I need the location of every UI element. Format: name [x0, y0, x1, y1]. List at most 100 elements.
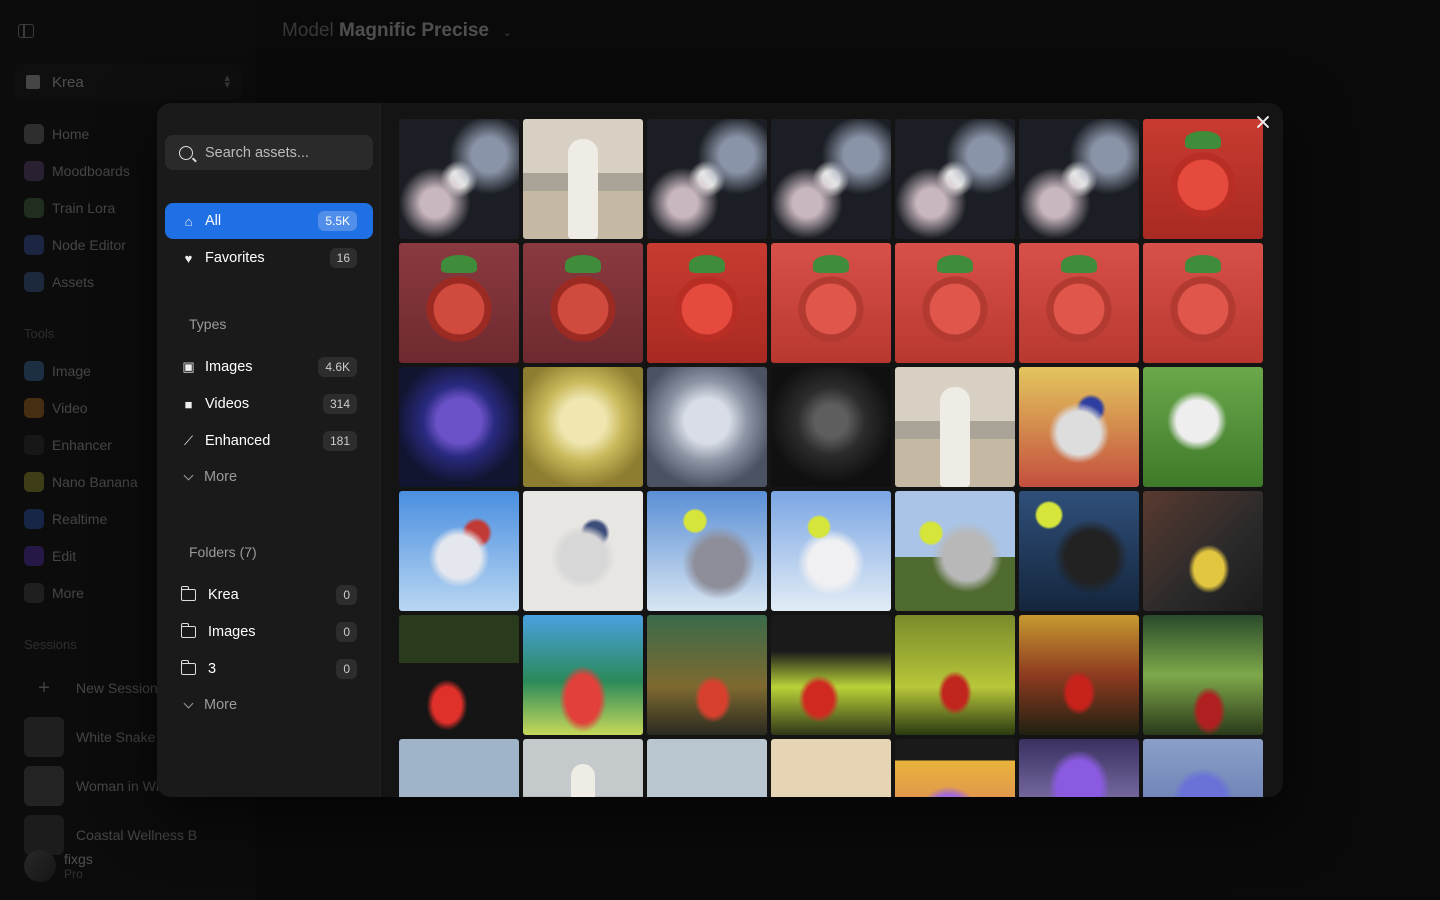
asset-thumbnail[interactable] — [771, 367, 891, 487]
type-images[interactable]: ▣ Images 4.6K — [165, 349, 373, 385]
folder-icon — [180, 586, 196, 601]
image-icon: ▣ — [182, 359, 195, 374]
nav-icon — [24, 235, 44, 255]
asset-thumbnail[interactable] — [1143, 243, 1263, 363]
asset-thumbnail[interactable] — [1019, 491, 1139, 611]
nav-item-home[interactable]: Home — [24, 123, 89, 145]
asset-thumbnail[interactable] — [399, 615, 519, 735]
asset-thumbnail[interactable] — [771, 243, 891, 363]
asset-thumbnail[interactable] — [1019, 739, 1139, 797]
session-item[interactable]: White Snake — [24, 717, 155, 757]
asset-thumbnail[interactable] — [399, 119, 519, 239]
folder-images[interactable]: Images 0 — [165, 614, 373, 650]
session-thumbnail — [24, 766, 64, 806]
nav-label: Edit — [52, 548, 77, 564]
nav-item-video[interactable]: Video — [24, 397, 88, 419]
asset-thumbnail[interactable] — [399, 243, 519, 363]
session-label: Coastal Wellness B — [76, 827, 198, 843]
asset-thumbnail[interactable] — [1143, 739, 1263, 797]
asset-thumbnail[interactable] — [399, 491, 519, 611]
asset-thumbnail[interactable] — [523, 615, 643, 735]
asset-thumbnail[interactable] — [771, 615, 891, 735]
session-item[interactable]: Woman in Wh — [24, 766, 164, 806]
nav-icon — [24, 509, 44, 529]
asset-thumbnail[interactable] — [895, 615, 1015, 735]
nav-item-nano-banana[interactable]: Nano Banana — [24, 471, 138, 493]
nav-icon — [24, 272, 44, 292]
filter-label: Favorites — [205, 250, 265, 266]
type-label: Enhanced — [205, 433, 271, 449]
session-thumbnail — [24, 815, 64, 855]
asset-thumbnail[interactable] — [895, 739, 1015, 797]
session-thumbnail — [24, 717, 64, 757]
filter-favorites[interactable]: ♥ Favorites 16 — [165, 240, 373, 276]
asset-thumbnail[interactable] — [523, 739, 643, 797]
chevron-down-icon — [183, 470, 194, 480]
folder-count: 0 — [336, 585, 357, 605]
nav-item-image[interactable]: Image — [24, 360, 91, 382]
chevron-down-icon: ⌄ — [502, 25, 513, 39]
nav-item-edit[interactable]: Edit — [24, 545, 76, 567]
asset-thumbnail[interactable] — [523, 367, 643, 487]
new-session-button[interactable]: + New Session — [24, 668, 158, 708]
workspace-switcher[interactable]: Krea ▴ ▾ — [14, 64, 242, 100]
sidebar-toggle-icon[interactable] — [18, 24, 34, 38]
chevron-updown-icon: ▴ ▾ — [224, 72, 230, 91]
session-item[interactable]: Coastal Wellness B — [24, 815, 197, 855]
asset-thumbnail[interactable] — [647, 615, 767, 735]
types-more-button[interactable]: More — [183, 469, 237, 485]
model-name: Magnific Precise — [339, 20, 489, 41]
asset-thumbnail[interactable] — [1019, 119, 1139, 239]
asset-thumbnail[interactable] — [647, 739, 767, 797]
search-icon — [179, 145, 193, 160]
type-videos[interactable]: ■ Videos 314 — [165, 386, 373, 422]
close-icon[interactable] — [1254, 113, 1272, 131]
asset-thumbnail[interactable] — [1143, 367, 1263, 487]
asset-thumbnail[interactable] — [895, 367, 1015, 487]
asset-thumbnail[interactable] — [523, 243, 643, 363]
asset-thumbnail[interactable] — [895, 491, 1015, 611]
user-plan: Pro — [64, 867, 83, 881]
nav-item-moodboards[interactable]: Moodboards — [24, 160, 130, 182]
type-label: Videos — [205, 396, 250, 412]
folder-3[interactable]: 3 0 — [165, 651, 373, 687]
assets-sidebar: ⌂ All 5.5K ♥ Favorites 16 Types ▣ Images… — [157, 103, 381, 797]
type-enhanced[interactable]: ⟋ Enhanced 181 — [165, 423, 373, 459]
nav-item-realtime[interactable]: Realtime — [24, 508, 107, 530]
asset-thumbnail[interactable] — [647, 243, 767, 363]
asset-thumbnail[interactable] — [1019, 615, 1139, 735]
asset-thumbnail[interactable] — [1143, 615, 1263, 735]
nav-item-train-lora[interactable]: Train Lora — [24, 197, 115, 219]
asset-thumbnail[interactable] — [1019, 243, 1139, 363]
search-box[interactable] — [165, 135, 373, 170]
filter-all[interactable]: ⌂ All 5.5K — [165, 203, 373, 239]
folder-krea[interactable]: Krea 0 — [165, 577, 373, 613]
nav-item-more[interactable]: More — [24, 582, 84, 604]
asset-thumbnail[interactable] — [1019, 367, 1139, 487]
asset-thumbnail[interactable] — [1143, 491, 1263, 611]
more-label: More — [204, 697, 238, 713]
type-label: Images — [205, 359, 253, 375]
nav-item-enhancer[interactable]: Enhancer — [24, 434, 112, 456]
user-profile[interactable]: fixgs Pro — [24, 850, 93, 882]
asset-thumbnail[interactable] — [399, 739, 519, 797]
model-selector[interactable]: Model Magnific Precise ⌄ — [282, 20, 512, 42]
asset-thumbnail[interactable] — [647, 491, 767, 611]
asset-thumbnail[interactable] — [523, 491, 643, 611]
asset-thumbnail[interactable] — [647, 119, 767, 239]
asset-thumbnail[interactable] — [771, 119, 891, 239]
asset-thumbnail[interactable] — [647, 367, 767, 487]
asset-thumbnail[interactable] — [771, 739, 891, 797]
nav-label: Image — [52, 363, 91, 379]
asset-thumbnail[interactable] — [895, 119, 1015, 239]
asset-thumbnail[interactable] — [399, 367, 519, 487]
asset-thumbnail[interactable] — [895, 243, 1015, 363]
folders-more-button[interactable]: More — [183, 697, 238, 713]
asset-thumbnail[interactable] — [771, 491, 891, 611]
nav-item-node-editor[interactable]: Node Editor — [24, 234, 126, 256]
search-input[interactable] — [205, 144, 365, 161]
asset-thumbnail[interactable] — [1143, 119, 1263, 239]
nav-label: More — [52, 585, 84, 601]
asset-thumbnail[interactable] — [523, 119, 643, 239]
nav-item-assets[interactable]: Assets — [24, 271, 94, 293]
